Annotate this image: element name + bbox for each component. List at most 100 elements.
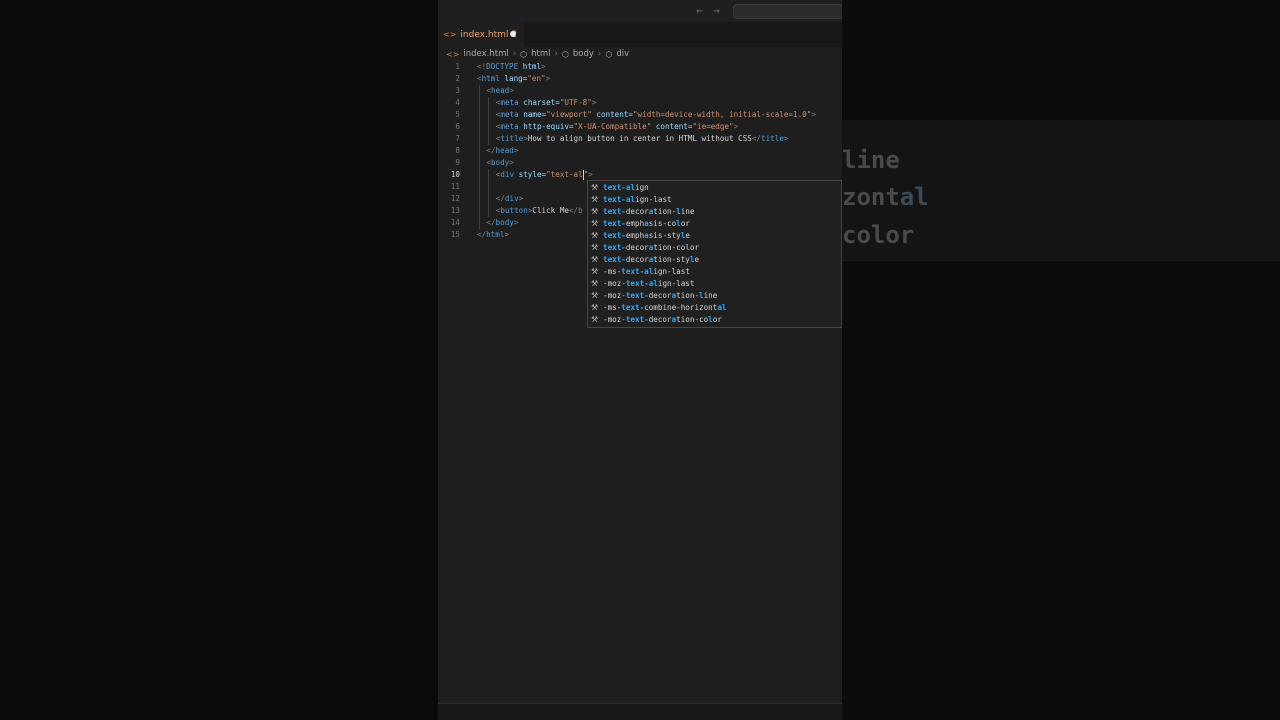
- tab-bar: <> index.html 2: [438, 22, 842, 47]
- unsaved-dot-icon[interactable]: [510, 31, 516, 37]
- suggestion-label: text-decoration-style: [603, 255, 700, 264]
- wrench-icon: ⚒: [591, 219, 599, 228]
- suggestion-label: text-emphasis-style: [603, 231, 690, 240]
- suggestion-label: -moz-text-decoration-line: [603, 291, 718, 300]
- line-number: 11: [450, 182, 460, 191]
- code-editor[interactable]: 1 <!DOCTYPE html> 2 <html lang="en"> 3 <head>…: [438, 61, 842, 681]
- suggestion-item[interactable]: ⚒ -ms-text-align-last: [588, 266, 841, 278]
- code-text: </div>: [495, 194, 524, 203]
- suggestion-item[interactable]: ⚒ -moz-text-decoration-line: [588, 290, 841, 302]
- code-text: </html>: [477, 230, 510, 239]
- autocomplete-suggestions: ⚒ text-align ⚒ text-align-last ⚒ text-decorat…: [587, 180, 842, 328]
- line-number: 10: [450, 170, 460, 179]
- line-number: 8: [455, 146, 460, 155]
- background-left: [0, 0, 438, 720]
- code-line[interactable]: 4 <meta charset="UTF-8">: [438, 97, 842, 109]
- suggestion-item[interactable]: ⚒ text-decoration-line: [588, 206, 841, 218]
- tab-index-html[interactable]: <> index.html 2: [438, 22, 524, 47]
- line-number: 12: [450, 194, 460, 203]
- command-center-search[interactable]: [733, 4, 842, 19]
- ghost-text: line: [842, 146, 900, 174]
- line-number: 15: [450, 230, 460, 239]
- chevron-right-icon: ›: [512, 49, 517, 59]
- suggestion-item[interactable]: ⚒ -ms-text-combine-horizontal: [588, 302, 841, 314]
- breadcrumb-item-html[interactable]: html: [531, 49, 550, 59]
- suggestion-label: text-align-last: [603, 195, 672, 204]
- element-icon: ⬡: [561, 49, 569, 59]
- suggestion-item[interactable]: ⚒ text-emphasis-style: [588, 230, 841, 242]
- breadcrumb-item-body[interactable]: body: [573, 49, 594, 59]
- tab-filename: index.html: [460, 29, 509, 40]
- code-text: </body>: [486, 218, 519, 227]
- code-line[interactable]: 6 <meta http-equiv="X-UA-Compatible" cont…: [438, 121, 842, 133]
- breadcrumb-item-file[interactable]: index.html: [463, 49, 508, 59]
- line-number: 7: [455, 134, 460, 143]
- title-bar: ← →: [438, 0, 842, 22]
- line-number: 14: [450, 218, 460, 227]
- suggestion-label: text-decoration-line: [603, 207, 695, 216]
- code-text: <div style="text-al">: [495, 170, 593, 180]
- element-icon: ⬡: [520, 49, 528, 59]
- code-text: <html lang="en">: [477, 74, 551, 83]
- suggestion-item[interactable]: ⚒ -moz-text-align-last: [588, 278, 841, 290]
- code-line[interactable]: 2 <html lang="en">: [438, 73, 842, 85]
- html-file-icon: <>: [443, 30, 457, 39]
- code-line[interactable]: 3 <head>: [438, 85, 842, 97]
- wrench-icon: ⚒: [591, 315, 599, 324]
- suggestion-label: -ms-text-combine-horizontal: [603, 303, 727, 312]
- code-text: <!DOCTYPE html>: [477, 62, 546, 71]
- suggestion-item[interactable]: ⚒ text-align-last: [588, 194, 841, 206]
- suggestion-label: -moz-text-align-last: [603, 279, 695, 288]
- line-number: 5: [455, 110, 460, 119]
- code-line[interactable]: 7 <title>How to align button in center in…: [438, 133, 842, 145]
- line-number: 6: [455, 122, 460, 131]
- suggestion-item[interactable]: ⚒ -moz-text-decoration-color: [588, 314, 841, 326]
- breadcrumb-item-div[interactable]: div: [616, 49, 629, 59]
- suggestion-label: text-decoration-color: [603, 243, 700, 252]
- wrench-icon: ⚒: [591, 267, 599, 276]
- wrench-icon: ⚒: [591, 291, 599, 300]
- wrench-icon: ⚒: [591, 183, 599, 192]
- line-number: 4: [455, 98, 460, 107]
- ghost-text: color: [842, 221, 915, 249]
- code-text: <title>How to align button in center in …: [495, 134, 789, 143]
- code-text: <meta name="viewport" content="width=dev…: [495, 110, 816, 119]
- editor-window: ← → <> index.html 2 <> index.html › ⬡ ht…: [438, 0, 842, 720]
- chevron-right-icon: ›: [597, 49, 602, 59]
- code-line[interactable]: 5 <meta name="viewport" content="width=de…: [438, 109, 842, 121]
- code-text: <meta http-equiv="X-UA-Compatible" conte…: [495, 122, 739, 131]
- wrench-icon: ⚒: [591, 243, 599, 252]
- suggestion-label: -ms-text-align-last: [603, 267, 690, 276]
- code-line[interactable]: 8 </head>: [438, 145, 842, 157]
- code-text: <meta charset="UTF-8">: [495, 98, 597, 107]
- suggestion-label: -moz-text-decoration-color: [603, 315, 722, 324]
- wrench-icon: ⚒: [591, 279, 599, 288]
- suggestion-item[interactable]: ⚒ text-decoration-style: [588, 254, 841, 266]
- line-number: 13: [450, 206, 460, 215]
- code-text: <body>: [486, 158, 514, 167]
- suggestion-label: text-emphasis-color: [603, 219, 690, 228]
- suggestion-item[interactable]: ⚒ text-align: [588, 182, 841, 194]
- suggestion-item[interactable]: ⚒ text-decoration-color: [588, 242, 841, 254]
- ghost-text: zontal: [842, 183, 929, 211]
- wrench-icon: ⚒: [591, 303, 599, 312]
- line-number: 2: [455, 74, 460, 83]
- wrench-icon: ⚒: [591, 231, 599, 240]
- html-file-icon: <>: [446, 49, 460, 59]
- forward-arrow-icon[interactable]: →: [713, 4, 720, 17]
- wrench-icon: ⚒: [591, 207, 599, 216]
- background-right: line zontal color: [842, 0, 1280, 720]
- suggestion-label: text-align: [603, 183, 649, 192]
- status-bar: [438, 703, 842, 720]
- element-icon: ⬡: [605, 49, 613, 59]
- chevron-right-icon: ›: [554, 49, 558, 59]
- code-line[interactable]: 9 <body>: [438, 157, 842, 169]
- suggestion-item[interactable]: ⚒ text-emphasis-color: [588, 218, 841, 230]
- code-text: <head>: [486, 86, 514, 95]
- code-text: </head>: [486, 146, 519, 155]
- background-zoomed-suggestions: line zontal color: [842, 120, 1280, 261]
- line-number: 3: [455, 86, 460, 95]
- back-arrow-icon[interactable]: ←: [696, 4, 703, 17]
- code-line[interactable]: 1 <!DOCTYPE html>: [438, 61, 842, 73]
- code-text: <button>Click Me</b: [495, 206, 583, 215]
